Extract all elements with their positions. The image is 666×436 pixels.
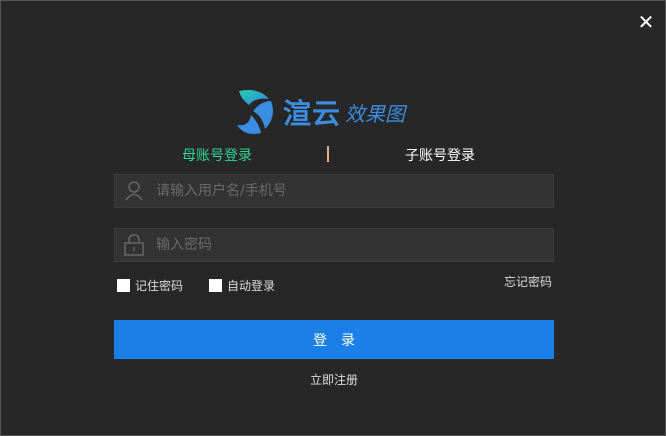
password-input[interactable] (156, 237, 536, 253)
username-input[interactable] (156, 183, 536, 199)
password-field[interactable] (114, 228, 554, 262)
logo: 渲云 效果图 (235, 87, 405, 137)
register-link[interactable]: 立即注册 (1, 371, 666, 388)
logo-fish-icon (237, 90, 273, 134)
tab-main-account[interactable]: 母账号登录 (182, 145, 252, 165)
checkbox-box[interactable] (117, 279, 130, 292)
close-button[interactable]: ✕ (637, 12, 655, 32)
tab-divider (327, 146, 329, 162)
remember-password-checkbox[interactable]: 记住密码 (117, 277, 183, 294)
tab-sub-account[interactable]: 子账号登录 (405, 145, 475, 165)
username-field[interactable] (114, 174, 554, 208)
user-icon (125, 181, 143, 201)
forgot-password-link[interactable]: 忘记密码 (504, 273, 552, 290)
auto-login-label: 自动登录 (227, 279, 276, 293)
login-window: ✕ 渲云 效果图 母账号登录 子账号登录 记住密码 自动登录 忘记密码 登录 立… (0, 0, 666, 436)
brand-name: 渲云 (283, 97, 342, 130)
checkbox-box[interactable] (209, 279, 222, 292)
remember-label: 记住密码 (135, 279, 184, 293)
lock-icon (124, 234, 144, 256)
login-button[interactable]: 登录 (114, 320, 554, 359)
brand-subtitle: 效果图 (345, 101, 406, 126)
auto-login-checkbox[interactable]: 自动登录 (209, 277, 275, 294)
